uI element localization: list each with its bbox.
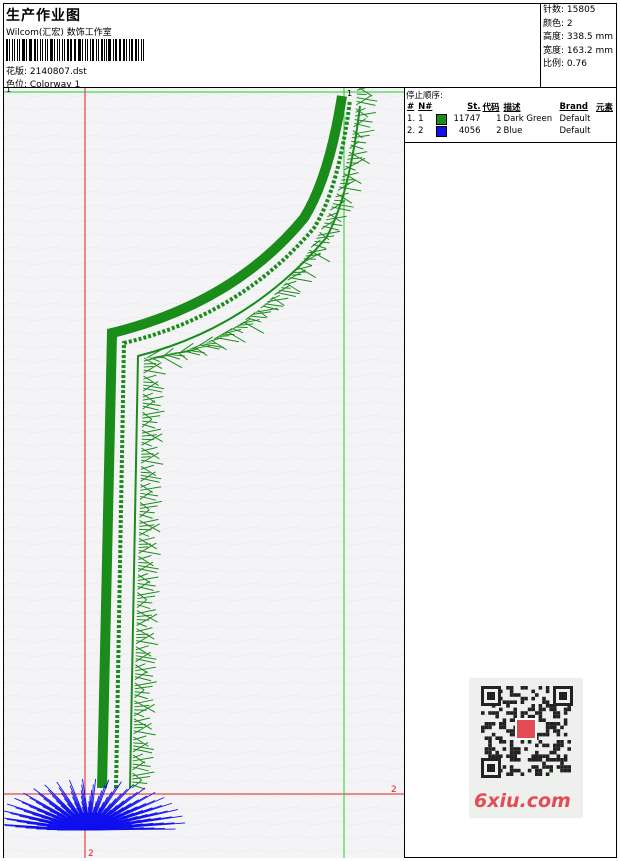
row-swatch	[435, 113, 449, 125]
fringe-stitch	[334, 199, 344, 202]
stat-width: 宽度: 163.2 mm	[543, 45, 614, 56]
color-swatch-blue	[436, 125, 448, 137]
row-needle: 2	[418, 126, 424, 136]
corner-end-marker: 2	[88, 849, 94, 858]
fringe-stitch	[219, 335, 230, 337]
fringe-stitch	[143, 381, 153, 384]
row-description: Blue	[503, 126, 523, 136]
studio-subtitle: Wilcom(汇宏) 数饰工作室	[6, 28, 112, 38]
fringe-stitch	[138, 546, 149, 548]
watermark-logo: 6xiu.com	[474, 790, 571, 812]
row-index: 2.	[407, 126, 416, 136]
start-marker-right: 1	[347, 89, 352, 98]
row-stitches: 4056	[458, 126, 481, 136]
row-description: Dark Green	[503, 114, 553, 124]
fringe-stitch	[138, 561, 148, 564]
stop-sequence-panel: 停止顺序: # N# St. 代码 描述 Brand 元素 1. 1 11747…	[405, 88, 617, 143]
stop-sequence-table: # N# St. 代码 描述 Brand 元素 1. 1 11747 1 Dar…	[406, 100, 616, 137]
fringe-stitch	[141, 456, 151, 458]
end-marker: 2	[391, 785, 397, 795]
row-brand: Default	[559, 126, 591, 136]
row-element	[595, 113, 616, 125]
fringe-stitch	[356, 93, 367, 96]
col-description: 描述	[503, 102, 521, 113]
embroidery-drawing: 1 1 2 2	[4, 88, 404, 858]
row-stitches: 11747	[453, 114, 481, 124]
barcode	[6, 39, 146, 61]
fringe-stitch	[206, 342, 216, 344]
design-stats: 针数: 15805 颜色: 2 高度: 338.5 mm 宽度: 163.2 m…	[541, 4, 617, 87]
col-element: 元素	[595, 102, 613, 113]
table-row: 2. 2 4056 2 Blue Default	[406, 125, 616, 137]
page-title: 生产作业图	[6, 8, 81, 24]
start-marker: 1	[6, 88, 11, 94]
design-file-label: 花版: 2140807.dst	[6, 67, 87, 77]
color-swatch-green	[436, 113, 448, 125]
row-code: 2	[496, 126, 502, 136]
col-index: #	[407, 101, 415, 112]
col-needle: N#	[418, 101, 433, 112]
embroidery-canvas: 1 1 2 2	[4, 88, 405, 858]
stat-stitches: 针数: 15805	[543, 5, 596, 15]
fringe-stitch	[136, 636, 146, 639]
row-index: 1.	[407, 114, 416, 124]
col-stitches: St.	[467, 101, 481, 112]
row-element	[595, 125, 616, 137]
fringe-stitch	[291, 274, 302, 276]
col-brand: Brand	[559, 101, 588, 112]
table-row: 1. 1 11747 1 Dark Green Default	[406, 113, 616, 125]
fringe-stitch	[133, 726, 144, 729]
fringe-stitch	[133, 742, 143, 744]
qr-code-icon	[481, 686, 573, 778]
row-needle: 1	[418, 114, 424, 124]
col-code: 代码	[482, 102, 500, 113]
fringe-stitch	[143, 365, 154, 368]
fringe-stitch	[281, 287, 291, 289]
row-code: 1	[496, 114, 502, 124]
fringe-stitch	[135, 652, 146, 654]
stat-colors: 颜色: 2	[543, 18, 573, 29]
stat-scale: 比例: 0.76	[543, 59, 587, 70]
row-brand: Default	[559, 114, 591, 124]
stat-height: 高度: 338.5 mm	[543, 32, 614, 43]
fringe-stitch	[340, 182, 350, 185]
col-swatch	[435, 100, 449, 113]
row-swatch	[435, 125, 449, 137]
fringe-stitch	[140, 471, 151, 474]
header-panel: 生产作业图 Wilcom(汇宏) 数饰工作室 花版: 2140807.dst 色…	[4, 4, 541, 90]
